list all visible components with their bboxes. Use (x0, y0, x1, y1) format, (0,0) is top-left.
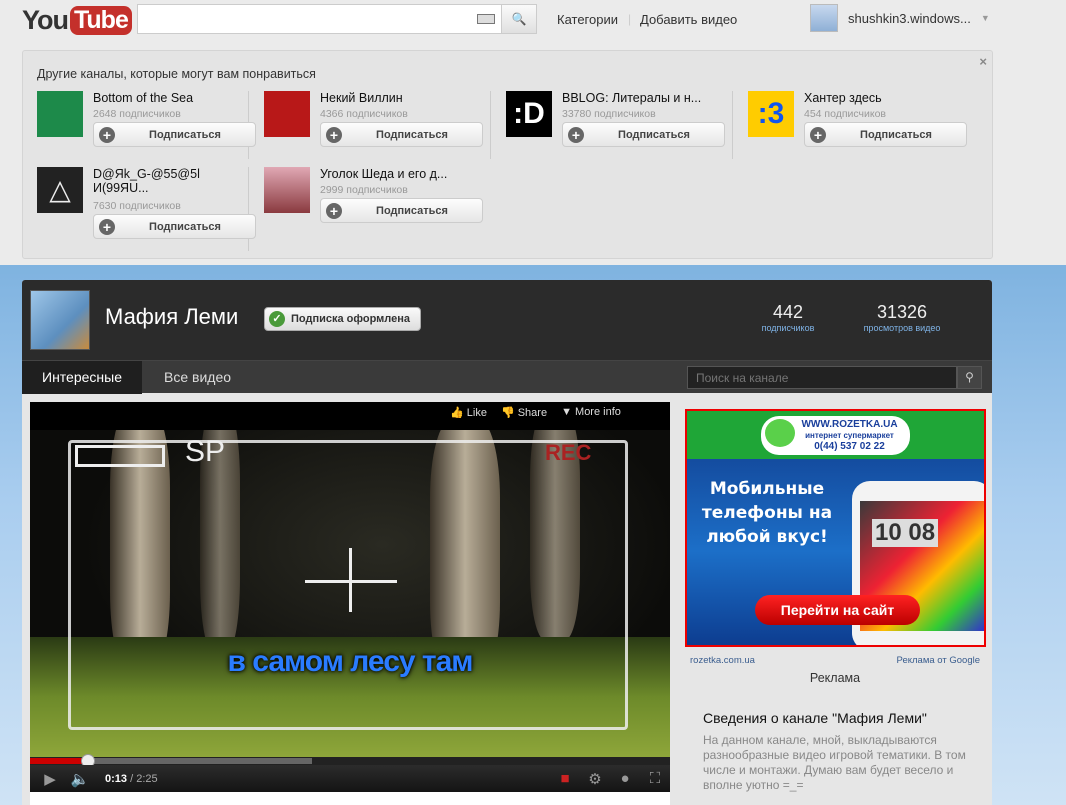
tab-all-videos[interactable]: Все видео (144, 361, 251, 394)
subscribe-button[interactable]: + Подписаться (320, 198, 483, 223)
video-player[interactable]: 👍 Like 👎 Share ▼ More info SP REC в само… (30, 402, 670, 792)
channel-title: Мафия Леми (105, 304, 239, 329)
channel-name[interactable]: BBLOG: Литералы и н... (562, 91, 722, 105)
channel-avatar (30, 290, 90, 350)
subscribe-button[interactable]: + Подписаться (320, 122, 483, 147)
subscriber-count: 4366 подписчиков (320, 108, 408, 120)
video-info-area (30, 792, 670, 805)
ad-banner[interactable]: WWW.ROZETKA.UA интернет супермаркет 0(44) … (685, 409, 986, 647)
subscribe-button[interactable]: + Подписаться (562, 122, 725, 147)
channel-search: ⚲ (687, 366, 982, 389)
search-input[interactable] (137, 4, 502, 34)
channel-card: △ D@Яk_G-@55@5lИ(99ЯU... 7630 подписчико… (37, 167, 257, 247)
share-button[interactable]: 👎 Share (501, 406, 547, 419)
plus-icon: + (568, 126, 584, 143)
channel-search-input[interactable] (687, 366, 957, 389)
upload-link[interactable]: Добавить видео (640, 12, 737, 27)
plus-icon: + (99, 218, 115, 235)
subscriber-count: 7630 подписчиков (93, 200, 181, 212)
ad-cta-button[interactable]: Перейти на сайт (755, 595, 920, 625)
more-info-button[interactable]: ▼ More info (561, 406, 621, 419)
subscriber-count: 33780 подписчиков (562, 108, 656, 120)
masthead: You Tube 🔍 Категории | Добавить видео shu… (0, 0, 1066, 45)
gear-icon[interactable]: ⚙ (580, 765, 610, 792)
channel-name[interactable]: Некий Виллин (320, 91, 480, 105)
channel-card: :3 Хантер здесь 454 подписчиков + Подписа… (748, 91, 968, 171)
channel-thumbnail[interactable] (264, 91, 310, 137)
annotations-icon[interactable]: ■ (550, 765, 580, 792)
ads-by-google-link[interactable]: Реклама от Google (897, 655, 980, 666)
subscribed-button[interactable]: ✓ Подписка оформлена (264, 307, 422, 331)
check-icon: ✓ (269, 311, 285, 327)
channel-thumbnail[interactable] (37, 91, 83, 137)
video-overlay-actions: 👍 Like 👎 Share ▼ More info (450, 406, 621, 419)
watch-later-icon[interactable]: ● (610, 765, 640, 792)
channel-card: Некий Виллин 4366 подписчиков + Подписать… (264, 91, 484, 171)
search-button[interactable]: 🔍 (502, 4, 537, 34)
rozetka-logo: WWW.ROZETKA.UA интернет супермаркет 0(44) … (761, 415, 910, 455)
subscribe-button[interactable]: + Подписаться (804, 122, 967, 147)
tab-featured[interactable]: Интересные (22, 361, 142, 394)
ad-footer: rozetka.com.ua Реклама от Google (690, 655, 980, 666)
battery-icon (75, 445, 165, 467)
plus-icon: + (326, 202, 342, 219)
like-button[interactable]: 👍 Like (450, 406, 487, 419)
subscribe-button[interactable]: + Подписаться (93, 122, 256, 147)
user-menu[interactable]: shushkin3.windows... ▼ (810, 4, 990, 32)
about-text: На данном канале, мной, выкладываются ра… (703, 733, 966, 792)
channel-card: Уголок Шеда и его д... 2999 подписчиков … (264, 167, 484, 247)
subscribers-stat: 442 подписчиков (761, 302, 815, 333)
categories-link[interactable]: Категории (557, 12, 618, 27)
divider: | (628, 12, 632, 26)
chevron-down-icon: ▼ (980, 13, 990, 23)
channel-thumbnail[interactable]: :D (506, 91, 552, 137)
search-icon[interactable]: ⚲ (957, 366, 982, 389)
subscriber-count: 454 подписчиков (804, 108, 887, 120)
search-icon: 🔍 (511, 12, 527, 26)
section-title: Другие каналы, которые могут вам понрави… (37, 67, 316, 81)
channel-card: :D BBLOG: Литералы и н... 33780 подписчи… (506, 91, 726, 171)
about-title: Сведения о канале "Мафия Леми" (703, 710, 927, 726)
recommended-channels: Другие каналы, которые могут вам понрави… (22, 50, 993, 259)
channel-name[interactable]: Уголок Шеда и его д... (320, 167, 480, 181)
subscriber-count: 2648 подписчиков (93, 108, 181, 120)
youtube-logo[interactable]: You Tube (22, 2, 132, 38)
close-icon[interactable]: × (979, 54, 987, 69)
avatar (810, 4, 838, 32)
volume-icon[interactable]: 🔈 (65, 765, 95, 792)
channel-name[interactable]: Хантер здесь (804, 91, 964, 105)
time-display: 0:13 / 2:25 (105, 772, 158, 785)
subscribe-button[interactable]: + Подписаться (93, 214, 256, 239)
channel-card: Bottom of the Sea 2648 подписчиков + Подп… (37, 91, 257, 171)
channel-nav: Интересные Все видео ⚲ (22, 360, 992, 394)
video-frame: SP REC в самом лесу там (30, 430, 670, 757)
ad-label: Реклама (809, 671, 861, 685)
channel-header: Мафия Леми ✓ Подписка оформлена 442 подпис… (22, 280, 992, 360)
plus-icon: + (326, 126, 342, 143)
ad-domain-link[interactable]: rozetka.com.ua (690, 655, 755, 666)
channel-thumbnail[interactable]: △ (37, 167, 83, 213)
video-subtitle: в самом лесу там (227, 645, 474, 678)
channel-name[interactable]: Bottom of the Sea (93, 91, 253, 105)
plus-icon: + (99, 126, 115, 143)
channel-name[interactable]: D@Яk_G-@55@5lИ(99ЯU... (93, 167, 208, 195)
channel-thumbnail[interactable] (264, 167, 310, 213)
player-controls: ▶ 🔈 0:13 / 2:25 ■ ⚙ ● ⛶ (30, 765, 670, 792)
progress-bar[interactable] (30, 754, 670, 768)
keyboard-icon[interactable] (477, 14, 495, 24)
plus-icon: + (810, 126, 826, 143)
subscriber-count: 2999 подписчиков (320, 184, 408, 196)
views-stat: 31326 просмотров видео (863, 302, 941, 333)
channel-thumbnail[interactable]: :3 (748, 91, 794, 137)
play-icon[interactable]: ▶ (35, 765, 65, 792)
fullscreen-icon[interactable]: ⛶ (640, 765, 670, 792)
